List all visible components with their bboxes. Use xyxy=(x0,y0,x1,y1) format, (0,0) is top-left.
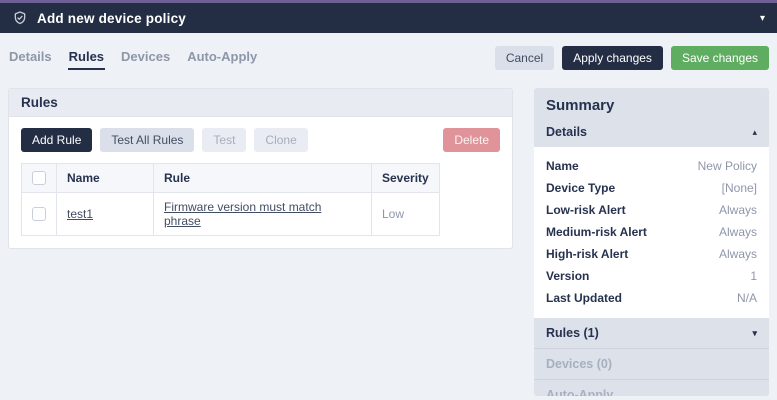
rule-desc-cell: Firmware version must match phrase xyxy=(154,193,372,236)
row-select-cell xyxy=(22,193,57,236)
summary-section-auto-apply: Auto-Apply xyxy=(534,380,769,396)
select-row-checkbox[interactable] xyxy=(32,207,46,221)
select-all-header-cell xyxy=(22,164,57,193)
detail-value: Always xyxy=(719,225,757,239)
policy-titlebar: Add new device policy ▾ xyxy=(0,3,777,33)
detail-value: New Policy xyxy=(698,159,757,173)
rules-table-header-row: Name Rule Severity xyxy=(22,164,440,193)
rule-name-link[interactable]: test1 xyxy=(67,207,93,221)
tab-rules[interactable]: Rules xyxy=(68,47,105,70)
test-button[interactable]: Test xyxy=(202,128,246,152)
add-rule-button[interactable]: Add Rule xyxy=(21,128,92,152)
detail-value: N/A xyxy=(737,291,757,305)
summary-details-body: Name New Policy Device Type [None] Low-r… xyxy=(534,147,769,318)
tabs-and-actions-row: Details Rules Devices Auto-Apply Cancel … xyxy=(0,33,777,76)
detail-value: Always xyxy=(719,247,757,261)
page-title: Add new device policy xyxy=(37,11,186,26)
devices-section-label: Devices (0) xyxy=(546,357,612,371)
rules-panel-body: Add Rule Test All Rules Test Clone Delet… xyxy=(9,117,512,248)
detail-label: Version xyxy=(546,269,589,283)
detail-row-name: Name New Policy xyxy=(546,155,757,177)
clone-button[interactable]: Clone xyxy=(254,128,307,152)
save-changes-button[interactable]: Save changes xyxy=(671,46,769,70)
tab-auto-apply[interactable]: Auto-Apply xyxy=(186,47,258,70)
summary-panel-title: Summary xyxy=(534,88,769,121)
detail-label: Last Updated xyxy=(546,291,622,305)
detail-row-version: Version 1 xyxy=(546,265,757,287)
rules-panel: Rules Add Rule Test All Rules Test Clone… xyxy=(8,88,513,249)
severity-value: Low xyxy=(382,207,404,221)
select-all-checkbox[interactable] xyxy=(32,171,46,185)
detail-row-high-risk-alert: High-risk Alert Always xyxy=(546,243,757,265)
collapse-panel-caret-icon[interactable]: ▾ xyxy=(760,13,765,24)
apply-changes-button[interactable]: Apply changes xyxy=(562,46,663,70)
detail-value: [None] xyxy=(722,181,757,195)
detail-row-low-risk-alert: Low-risk Alert Always xyxy=(546,199,757,221)
auto-apply-section-label: Auto-Apply xyxy=(546,388,613,396)
policy-action-buttons: Cancel Apply changes Save changes xyxy=(495,46,769,70)
rule-description-link[interactable]: Firmware version must match phrase xyxy=(164,200,321,228)
name-column-header: Name xyxy=(57,164,154,193)
details-section-label: Details xyxy=(546,125,587,139)
summary-panel: Summary Details ▴ Name New Policy Device… xyxy=(534,88,769,396)
detail-row-device-type: Device Type [None] xyxy=(546,177,757,199)
tab-devices[interactable]: Devices xyxy=(120,47,171,70)
detail-value: Always xyxy=(719,203,757,217)
tab-details[interactable]: Details xyxy=(8,47,53,70)
detail-value: 1 xyxy=(750,269,757,283)
test-all-rules-button[interactable]: Test All Rules xyxy=(100,128,194,152)
delete-button[interactable]: Delete xyxy=(443,128,500,152)
rule-name-cell: test1 xyxy=(57,193,154,236)
rules-toolbar: Add Rule Test All Rules Test Clone Delet… xyxy=(21,128,500,152)
detail-label: Name xyxy=(546,159,579,173)
detail-row-last-updated: Last Updated N/A xyxy=(546,287,757,309)
detail-row-medium-risk-alert: Medium-risk Alert Always xyxy=(546,221,757,243)
rule-severity-cell: Low xyxy=(372,193,440,236)
caret-down-icon[interactable]: ▾ xyxy=(752,328,757,339)
rules-table: Name Rule Severity test1 Firmware versio… xyxy=(21,163,440,236)
rules-section-label: Rules (1) xyxy=(546,326,599,340)
caret-up-icon[interactable]: ▴ xyxy=(752,127,757,138)
detail-label: Medium-risk Alert xyxy=(546,225,647,239)
rules-panel-title: Rules xyxy=(9,89,512,117)
summary-section-devices: Devices (0) xyxy=(534,349,769,380)
detail-label: High-risk Alert xyxy=(546,247,628,261)
detail-label: Device Type xyxy=(546,181,615,195)
cancel-button[interactable]: Cancel xyxy=(495,46,554,70)
detail-label: Low-risk Alert xyxy=(546,203,626,217)
summary-section-rules[interactable]: Rules (1) ▾ xyxy=(534,318,769,349)
severity-column-header: Severity xyxy=(372,164,440,193)
shield-check-icon xyxy=(12,10,28,26)
table-row: test1 Firmware version must match phrase… xyxy=(22,193,440,236)
rule-column-header: Rule xyxy=(154,164,372,193)
summary-section-details[interactable]: Details ▴ xyxy=(534,121,769,147)
policy-tabs: Details Rules Devices Auto-Apply xyxy=(8,47,258,70)
